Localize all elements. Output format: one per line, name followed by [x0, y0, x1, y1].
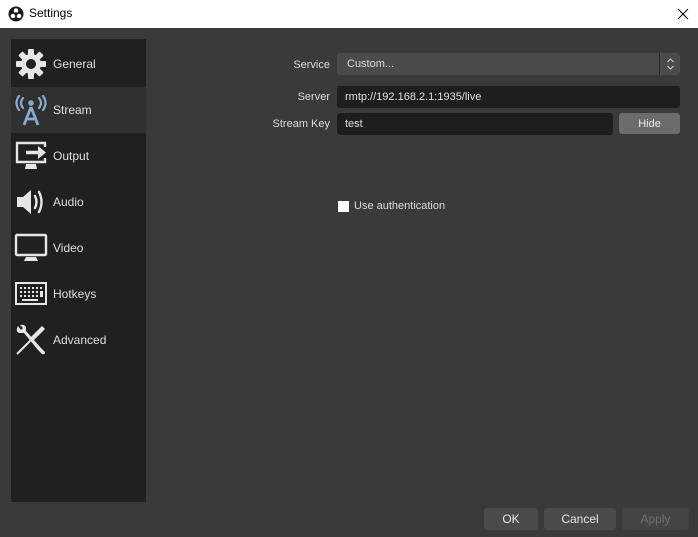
sidebar-item-audio[interactable]: Audio — [11, 179, 146, 225]
stream-key-input[interactable]: test — [337, 113, 613, 135]
obs-logo-icon — [8, 6, 24, 22]
keyboard-icon — [13, 276, 49, 312]
sidebar-item-advanced[interactable]: Advanced — [11, 317, 146, 363]
sidebar-item-hotkeys[interactable]: Hotkeys — [11, 271, 146, 317]
service-label: Service — [293, 59, 330, 71]
use-authentication-label: Use authentication — [354, 200, 446, 212]
close-button[interactable] — [668, 0, 698, 28]
gear-icon — [13, 46, 49, 82]
use-authentication-checkbox[interactable] — [338, 200, 349, 212]
antenna-tower-icon — [13, 92, 49, 128]
speaker-icon — [13, 184, 49, 220]
sidebar-item-label: General — [53, 57, 96, 71]
server-input[interactable]: rmtp://192.168.2.1:1935/live — [337, 86, 680, 108]
title-bar: Settings — [0, 0, 698, 28]
settings-sidebar: General Stream Output Audio Video Hotkey… — [11, 39, 146, 502]
stream-key-label: Stream Key — [272, 118, 330, 130]
sidebar-item-label: Advanced — [53, 333, 107, 347]
wrench-screwdriver-icon — [13, 322, 49, 358]
service-select[interactable]: Custom... — [337, 53, 680, 75]
hide-button[interactable]: Hide — [619, 113, 680, 134]
apply-button[interactable]: Apply — [622, 508, 689, 530]
server-label: Server — [297, 91, 330, 103]
sidebar-item-output[interactable]: Output — [11, 133, 146, 179]
sidebar-item-stream[interactable]: Stream — [11, 87, 146, 133]
close-icon — [677, 8, 689, 20]
sidebar-item-video[interactable]: Video — [11, 225, 146, 271]
monitor-icon — [13, 230, 49, 266]
sidebar-item-label: Video — [53, 241, 84, 255]
ok-button[interactable]: OK — [484, 508, 538, 530]
monitor-output-icon — [13, 138, 49, 174]
sidebar-item-label: Stream — [53, 103, 92, 117]
use-authentication-checkbox-row[interactable]: Use authentication — [338, 200, 445, 212]
sidebar-item-label: Output — [53, 149, 90, 163]
cancel-button[interactable]: Cancel — [544, 508, 616, 530]
sidebar-item-label: Hotkeys — [53, 287, 97, 301]
sidebar-item-label: Audio — [53, 195, 84, 209]
chevron-up-down-icon — [659, 53, 680, 75]
settings-content: General Stream Output Audio Video Hotkey… — [0, 28, 698, 537]
service-value: Custom... — [347, 58, 395, 70]
sidebar-item-general[interactable]: General — [11, 41, 146, 87]
window-title: Settings — [29, 6, 73, 20]
